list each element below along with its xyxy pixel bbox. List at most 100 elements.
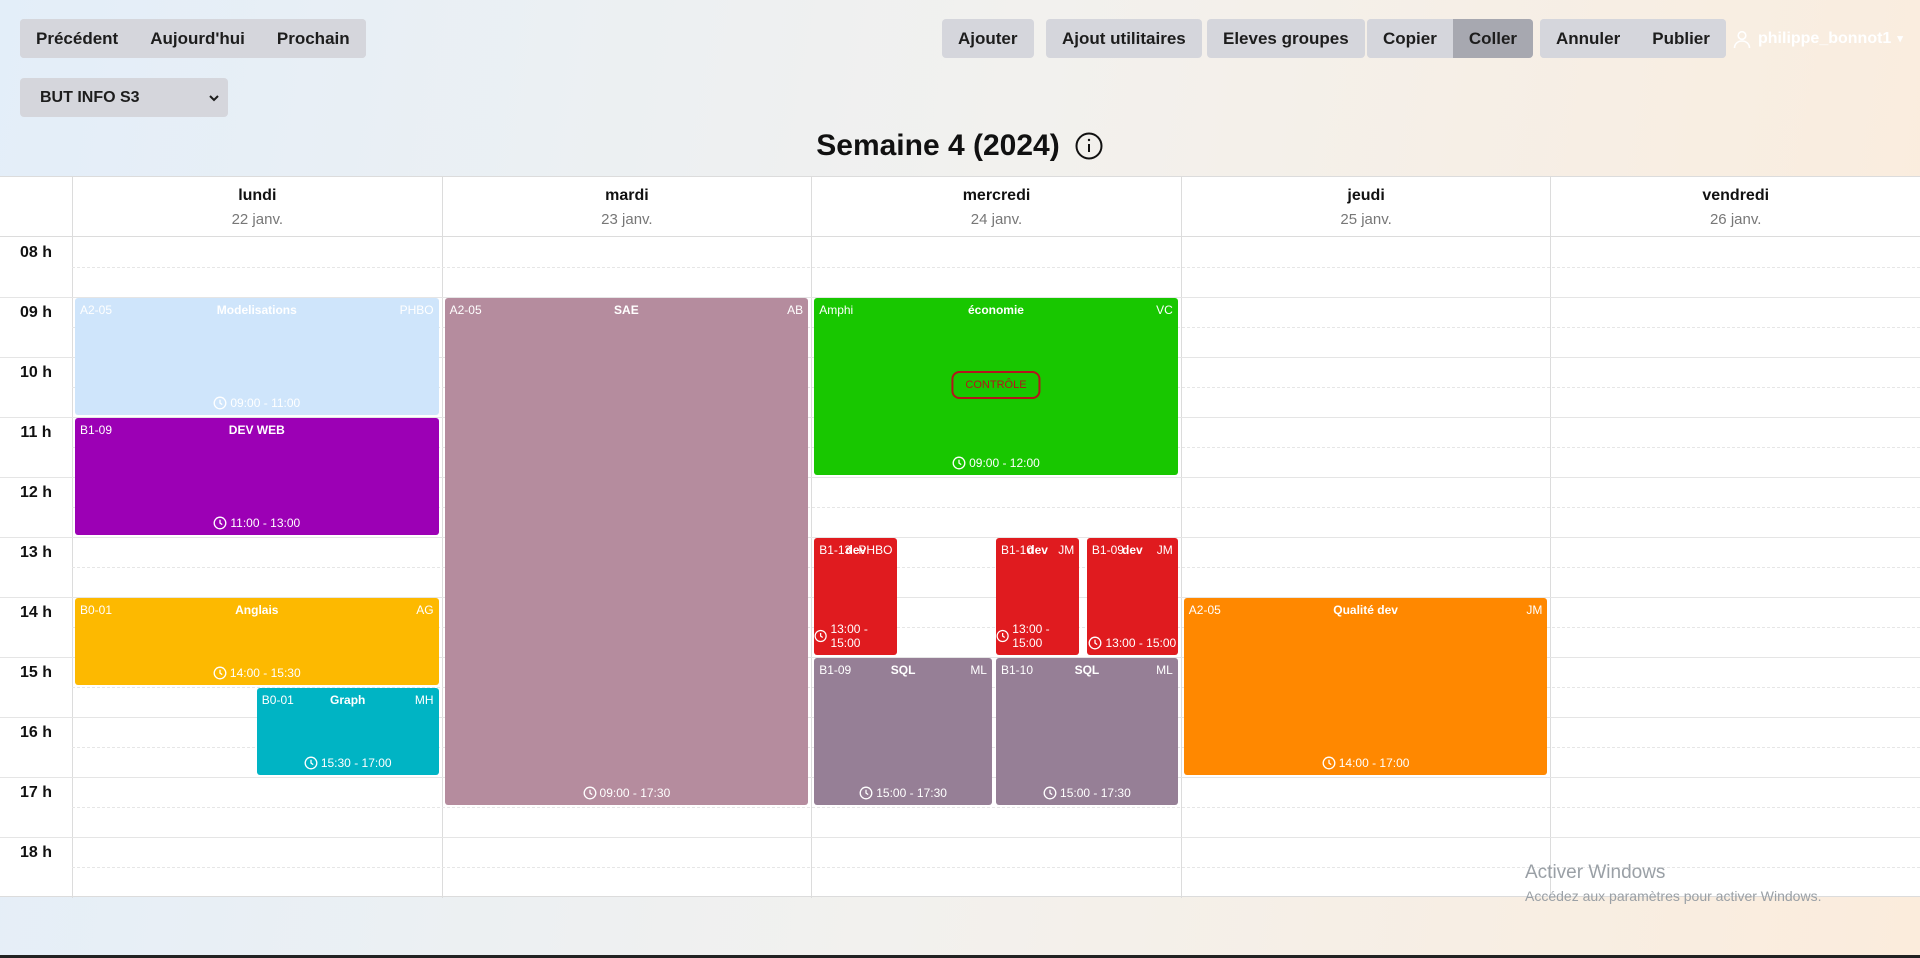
event-teacher: AB — [787, 303, 804, 317]
event-subject: Anglais — [235, 603, 279, 617]
course-event[interactable]: Anglais B0-01 AG 14:00 - 15:30 — [75, 598, 439, 685]
next-week-button[interactable]: Prochain — [260, 19, 366, 58]
clock-icon — [1089, 636, 1102, 650]
week-calendar: lundi 22 janv. mardi 23 janv. mercredi 24 jan… — [0, 176, 1920, 898]
event-time: 09:00 - 12:00 — [814, 456, 1178, 470]
clock-icon — [583, 786, 596, 800]
clock-icon — [996, 629, 1009, 643]
event-time-text: 13:00 - 15:00 — [830, 622, 868, 650]
day-header-mardi: mardi 23 janv. — [441, 177, 812, 236]
day-name: jeudi — [1347, 187, 1385, 204]
clock-icon — [859, 786, 873, 800]
hour-label: 16 h — [19, 724, 52, 741]
copy-button[interactable]: Copier — [1367, 19, 1453, 58]
event-subject: économie — [967, 303, 1024, 317]
event-time: 15:00 - 17:30 — [996, 786, 1178, 800]
hour-gridline — [0, 537, 1920, 538]
event-teacher: MH — [414, 693, 434, 707]
user-menu[interactable]: philippe_bonnot1 ▾ — [1732, 19, 1903, 58]
event-subject: SAE — [614, 303, 639, 317]
event-time-text: 13:00 - 15:00 — [1012, 622, 1050, 650]
clock-icon — [952, 456, 966, 470]
course-event[interactable]: dev B1-09 JM 13:00 - 15:00 — [1086, 538, 1178, 655]
clock-icon — [213, 396, 227, 410]
event-time-text: 11:00 - 13:00 — [230, 516, 301, 530]
course-event[interactable]: dev B1-10 JM 13:00 - 15:00 — [996, 538, 1080, 655]
day-name: mardi — [605, 187, 649, 204]
hour-label: 14 h — [19, 604, 52, 621]
course-event[interactable]: dev B1-13 PHBO 13:00 - 15:00 — [814, 538, 898, 655]
add-utilities-group: Ajout utilitaires — [1046, 19, 1202, 58]
event-teacher: JM — [1058, 543, 1075, 557]
hour-label: 13 h — [19, 544, 52, 561]
today-button[interactable]: Aujourd'hui — [134, 19, 261, 58]
course-event[interactable]: SQL B1-09 ML 15:00 - 17:30 — [814, 658, 992, 805]
event-subject: Qualité dev — [1333, 603, 1398, 617]
student-groups-button[interactable]: Eleves groupes — [1207, 19, 1365, 58]
hour-gridline — [0, 837, 1920, 838]
event-room: B1-10 — [1001, 543, 1034, 557]
header-divider — [0, 236, 1920, 237]
hour-label: 17 h — [19, 784, 52, 801]
event-time-text: 15:30 - 17:00 — [320, 756, 392, 770]
add-utilities-button[interactable]: Ajout utilitaires — [1046, 19, 1202, 58]
publish-group: Annuler Publier — [1540, 19, 1726, 58]
day-header-vendredi: vendredi 26 janv. — [1550, 177, 1920, 236]
event-room: B0-01 — [80, 603, 113, 617]
paste-button[interactable]: Coller — [1452, 19, 1534, 58]
previous-week-button[interactable]: Précédent — [20, 19, 135, 58]
event-teacher: ML — [970, 663, 987, 677]
day-date: 22 janv. — [231, 211, 284, 228]
watermark-subtitle: Accédez aux paramètres pour activer Wind… — [1525, 888, 1822, 904]
course-event[interactable]: DEV WEB B1-09 11:00 - 13:00 — [75, 418, 439, 535]
event-teacher: JM — [1526, 603, 1543, 617]
chevron-down-icon: ▾ — [1897, 33, 1903, 45]
publish-button[interactable]: Publier — [1636, 19, 1726, 58]
student-groups-group: Eleves groupes — [1207, 19, 1365, 58]
windows-activation-watermark: Activer Windows Accédez aux paramètres p… — [1525, 862, 1821, 904]
event-teacher: JM — [1156, 543, 1173, 557]
clock-icon — [213, 666, 227, 680]
hour-label: 11 h — [20, 424, 52, 441]
add-button[interactable]: Ajouter — [942, 19, 1034, 58]
event-teacher: PHBO — [858, 543, 893, 557]
event-time: 13:00 - 15:00 — [996, 622, 1079, 650]
event-time: 13:00 - 15:00 — [814, 622, 897, 650]
course-event[interactable]: SAE A2-05 AB 09:00 - 17:30 — [444, 298, 809, 805]
event-time: 14:00 - 15:30 — [75, 666, 439, 680]
hour-label: 12 h — [19, 484, 52, 501]
event-room: B0-01 — [261, 693, 294, 707]
course-event[interactable]: économie Amphi VC 09:00 - 12:00 CONTRÔLE — [814, 298, 1178, 475]
course-event[interactable]: SQL B1-10 ML 15:00 - 17:30 — [996, 658, 1178, 805]
event-time-text: 15:00 - 17:30 — [1060, 786, 1131, 800]
event-room: A2-05 — [1188, 603, 1221, 617]
event-time-text: 14:00 - 17:00 — [1338, 756, 1410, 770]
half-hour-gridline — [72, 267, 1920, 268]
day-name: vendredi — [1702, 187, 1770, 204]
group-select-value: BUT INFO S3 — [40, 88, 140, 106]
event-teacher: PHBO — [399, 303, 434, 317]
event-subject: DEV WEB — [228, 423, 285, 437]
event-room: B1-09 — [1091, 543, 1124, 557]
chevron-down-icon — [209, 94, 219, 101]
course-event[interactable]: Modelisations A2-05 PHBO 09:00 - 11:00 — [75, 298, 439, 415]
day-date: 24 janv. — [970, 211, 1023, 228]
group-select[interactable]: BUT INFO S3 — [20, 78, 228, 117]
half-hour-gridline — [72, 807, 1920, 808]
clock-icon — [814, 629, 827, 643]
course-event[interactable]: Qualité dev A2-05 JM 14:00 - 17:00 — [1183, 598, 1548, 775]
event-time: 09:00 - 11:00 — [75, 396, 439, 410]
event-room: A2-05 — [80, 303, 113, 317]
hour-label: 08 h — [19, 244, 52, 261]
event-teacher: AG — [416, 603, 434, 617]
event-room: B1-09 — [819, 663, 852, 677]
day-date: 23 janv. — [601, 211, 653, 228]
day-name: mercredi — [962, 187, 1031, 204]
event-time-text: 15:00 - 17:30 — [876, 786, 947, 800]
course-event[interactable]: Graph B0-01 MH 15:30 - 17:00 — [256, 688, 439, 775]
event-room: B1-13 — [819, 543, 852, 557]
clipboard-group: Copier Coller — [1367, 19, 1534, 58]
event-time-text: 09:00 - 12:00 — [969, 456, 1040, 470]
info-icon[interactable] — [1074, 131, 1104, 161]
cancel-button[interactable]: Annuler — [1540, 19, 1637, 58]
